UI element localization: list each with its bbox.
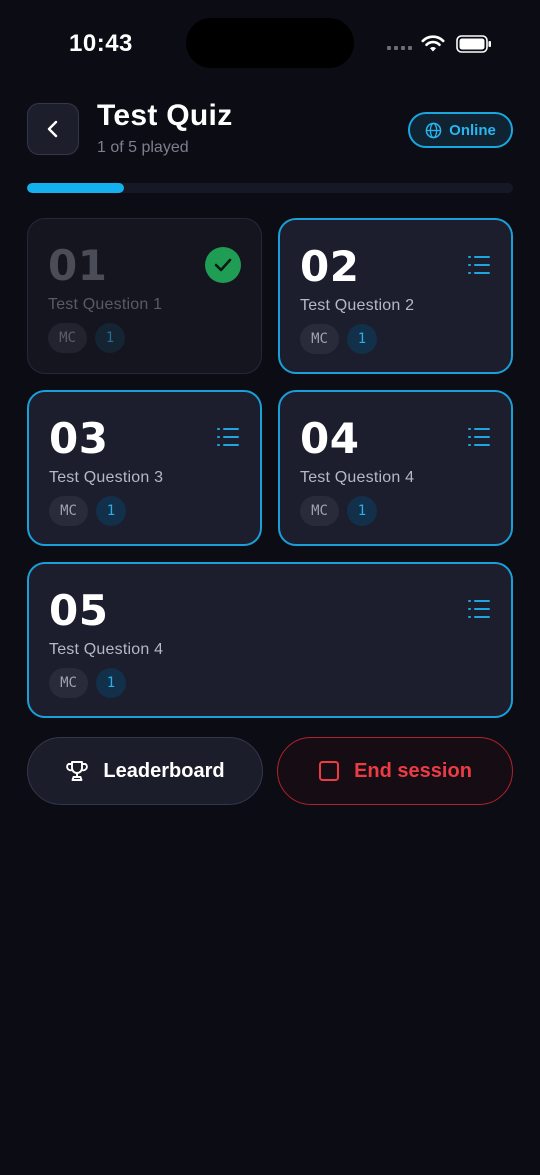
- list-icon: [468, 256, 490, 274]
- question-card-3[interactable]: 03 Test Question 3 MC 1: [27, 390, 262, 546]
- question-number: 02: [300, 242, 360, 291]
- question-type-badge: MC: [49, 668, 88, 698]
- question-count-badge: 1: [96, 496, 126, 526]
- question-card-1[interactable]: 01 Test Question 1 MC 1: [27, 218, 262, 374]
- list-icon: [468, 428, 490, 446]
- question-type-badge: MC: [49, 496, 88, 526]
- question-count-badge: 1: [95, 323, 125, 353]
- online-status-badge[interactable]: Online: [408, 112, 513, 148]
- question-number: 05: [49, 586, 109, 635]
- question-card-2[interactable]: 02 Test Question 2 MC 1: [278, 218, 513, 374]
- question-count-badge: 1: [347, 324, 377, 354]
- end-session-label: End session: [354, 759, 472, 782]
- globe-icon: [425, 122, 442, 138]
- question-type-badge: MC: [48, 323, 87, 353]
- battery-icon: [456, 35, 491, 53]
- question-type-badge: MC: [300, 496, 339, 526]
- question-number: 03: [49, 414, 109, 463]
- back-button[interactable]: [27, 103, 79, 155]
- question-count-badge: 1: [347, 496, 377, 526]
- question-card-4[interactable]: 04 Test Question 4 MC 1: [278, 390, 513, 546]
- question-title: Test Question 4: [300, 469, 415, 486]
- stop-square-icon: [319, 761, 340, 781]
- leaderboard-button[interactable]: Leaderboard: [27, 737, 263, 805]
- quiz-progress-bar: [27, 183, 513, 193]
- online-label: Online: [449, 121, 496, 139]
- question-title: Test Question 4: [49, 641, 164, 658]
- list-icon: [217, 428, 239, 446]
- quiz-progress-fill: [27, 183, 125, 193]
- list-icon: [468, 600, 490, 618]
- question-type-badge: MC: [300, 324, 339, 354]
- check-circle-icon: [205, 247, 241, 283]
- question-number: 04: [300, 414, 360, 463]
- end-session-button[interactable]: End session: [277, 737, 513, 805]
- cellular-signal-icon: [387, 46, 412, 50]
- played-count: 1 of 5 played: [97, 139, 189, 156]
- status-time: 10:43: [69, 30, 133, 57]
- wifi-icon: [421, 35, 445, 52]
- dynamic-island: [186, 18, 354, 68]
- leaderboard-label: Leaderboard: [103, 759, 225, 782]
- trophy-icon: [66, 761, 89, 781]
- question-title: Test Question 2: [300, 297, 415, 314]
- page-title: Test Quiz: [97, 99, 233, 132]
- question-count-badge: 1: [96, 668, 126, 698]
- status-bar: 10:43: [0, 0, 540, 90]
- question-title: Test Question 1: [48, 296, 163, 313]
- chevron-left-icon: [47, 120, 58, 138]
- question-title: Test Question 3: [49, 469, 164, 486]
- question-card-5[interactable]: 05 Test Question 4 MC 1: [27, 562, 513, 718]
- question-number: 01: [48, 241, 108, 290]
